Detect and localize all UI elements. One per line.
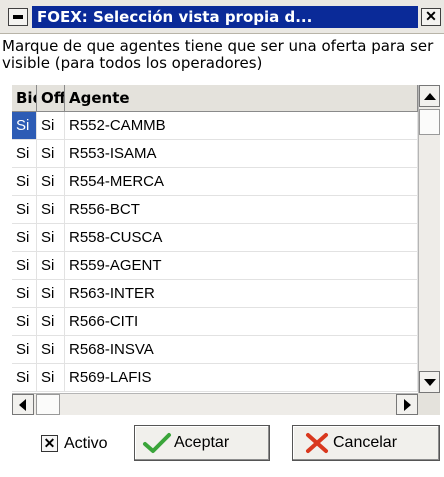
cell-bid[interactable]: Si — [12, 112, 37, 139]
column-header-off[interactable]: Off — [37, 85, 65, 112]
arrow-down-icon — [424, 379, 436, 386]
table-row[interactable]: Si Si R554-MERCA — [12, 168, 418, 196]
cell-bid[interactable]: Si — [12, 196, 37, 223]
cell-agente[interactable]: R563-INTER — [65, 280, 418, 307]
horizontal-scroll-thumb[interactable] — [36, 394, 60, 415]
cell-bid[interactable]: Si — [12, 280, 37, 307]
scroll-up-button[interactable] — [419, 85, 440, 107]
cell-off[interactable]: Si — [37, 336, 65, 363]
table-row[interactable]: Si Si R566-CITI — [12, 308, 418, 336]
table-row[interactable]: Si Si R553-ISAMA — [12, 140, 418, 168]
cell-bid[interactable]: Si — [12, 336, 37, 363]
cell-off[interactable]: Si — [37, 252, 65, 279]
table-row[interactable]: Si Si R569-LAFIS — [12, 364, 418, 392]
cell-off[interactable]: Si — [37, 280, 65, 307]
cancel-button[interactable]: Cancelar — [292, 425, 440, 461]
table-row[interactable]: Si Si R558-CUSCA — [12, 224, 418, 252]
dialog-window: FOEX: Selección vista propia d... ✕ Marq… — [0, 0, 444, 477]
cell-bid[interactable]: Si — [12, 224, 37, 251]
scroll-left-button[interactable] — [12, 394, 34, 415]
close-button[interactable]: ✕ — [421, 8, 441, 26]
cell-off[interactable]: Si — [37, 140, 65, 167]
cell-bid[interactable]: Si — [12, 308, 37, 335]
vertical-scroll-thumb[interactable] — [419, 109, 440, 135]
cell-agente[interactable]: R554-MERCA — [65, 168, 418, 195]
cell-bid[interactable]: Si — [12, 252, 37, 279]
arrow-right-icon — [404, 399, 411, 411]
agents-table: Bid Off Agente SiSiR552-CAMMBSiSiR553-IS… — [12, 85, 418, 393]
cancel-button-label: Cancelar — [333, 434, 398, 451]
table-row[interactable]: Si Si R568-INSVA — [12, 336, 418, 364]
column-header-bid[interactable]: Bid — [12, 85, 37, 112]
cell-off[interactable]: Si — [37, 364, 65, 391]
cell-off[interactable]: Si — [37, 308, 65, 335]
cell-bid[interactable]: Si — [12, 140, 37, 167]
activo-label: Activo — [64, 435, 108, 452]
cell-off[interactable]: Si — [37, 112, 65, 139]
cell-off[interactable]: Si — [37, 168, 65, 195]
scrollbar-corner — [418, 393, 440, 415]
table-row[interactable]: Si Si R552-CAMMB — [12, 112, 418, 140]
scroll-right-button[interactable] — [396, 394, 418, 415]
accept-button[interactable]: Aceptar — [134, 425, 270, 461]
arrow-up-icon — [424, 93, 436, 100]
table-row[interactable]: Si Si R563-INTER — [12, 280, 418, 308]
cell-agente[interactable]: R566-CITI — [65, 308, 418, 335]
window-menu-icon[interactable] — [8, 8, 28, 26]
cell-agente[interactable]: R569-LAFIS — [65, 364, 418, 391]
cell-agente[interactable]: R568-INSVA — [65, 336, 418, 363]
table-row[interactable]: Si Si R556-BCT — [12, 196, 418, 224]
checkmark-icon — [143, 433, 171, 453]
arrow-left-icon — [19, 399, 26, 411]
cell-agente[interactable]: R556-BCT — [65, 196, 418, 223]
cell-agente[interactable]: R552-CAMMB — [65, 112, 418, 139]
cell-agente[interactable]: R553-ISAMA — [65, 140, 418, 167]
column-header-agente[interactable]: Agente — [65, 85, 418, 112]
window-title: FOEX: Selección vista propia d... — [32, 6, 418, 28]
cell-bid[interactable]: Si — [12, 364, 37, 391]
accept-button-label: Aceptar — [174, 434, 230, 451]
cell-bid[interactable]: Si — [12, 168, 37, 195]
cell-agente[interactable]: R558-CUSCA — [65, 224, 418, 251]
activo-checkbox[interactable]: ✕ — [41, 435, 58, 452]
cross-icon — [306, 433, 328, 453]
table-row[interactable]: Si Si R559-AGENT — [12, 252, 418, 280]
cell-off[interactable]: Si — [37, 196, 65, 223]
instructions-text: Marque de que agentes tiene que ser una … — [2, 38, 434, 72]
horizontal-scrollbar[interactable] — [12, 393, 418, 415]
cell-off[interactable]: Si — [37, 224, 65, 251]
scroll-down-button[interactable] — [419, 371, 440, 393]
title-bar: FOEX: Selección vista propia d... ✕ — [0, 0, 444, 34]
cell-agente[interactable]: R559-AGENT — [65, 252, 418, 279]
vertical-scrollbar[interactable] — [418, 85, 440, 393]
